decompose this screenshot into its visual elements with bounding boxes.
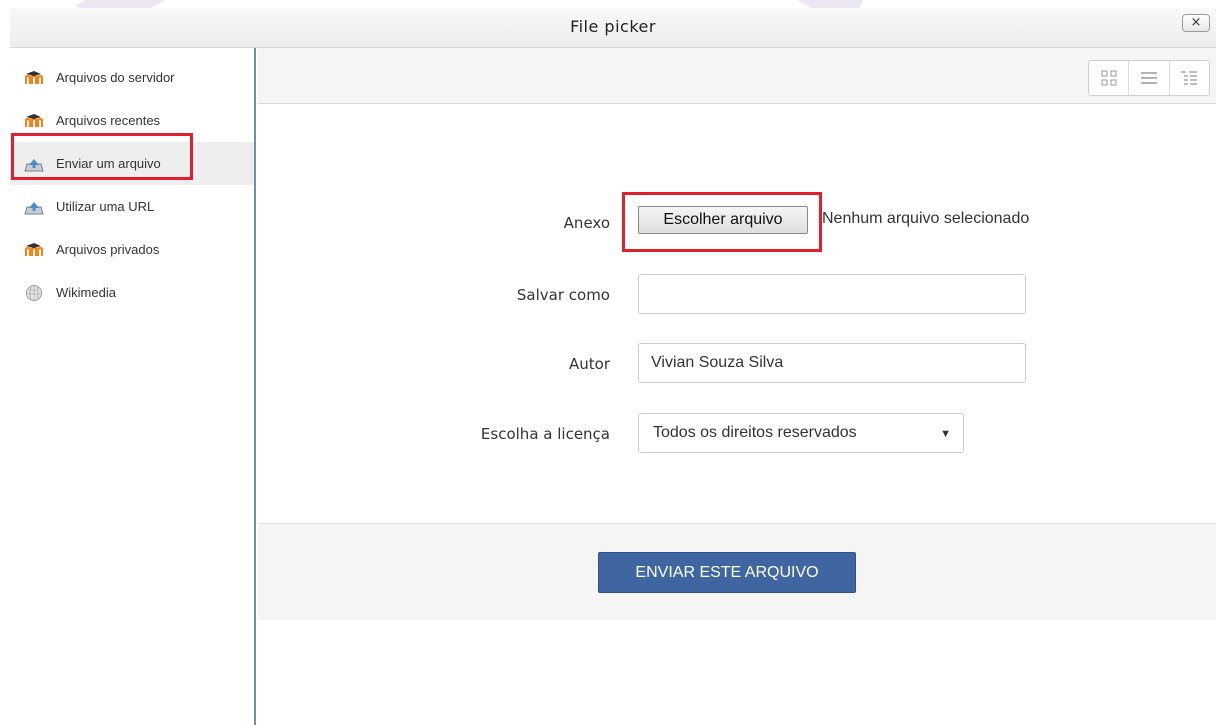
upload-this-file-button[interactable]: ENVIAR ESTE ARQUIVO bbox=[598, 552, 856, 593]
sidebar-item-label: Arquivos do servidor bbox=[56, 70, 175, 85]
upload-icon bbox=[24, 155, 44, 173]
sidebar-item-label: Arquivos recentes bbox=[56, 113, 161, 128]
moodle-icon bbox=[24, 112, 44, 130]
sidebar-item-label: Utilizar uma URL bbox=[56, 199, 155, 214]
caret-down-icon: ▼ bbox=[940, 428, 951, 440]
choose-file-button[interactable]: Escolher arquivo bbox=[638, 206, 808, 234]
dialog-title: File picker bbox=[570, 17, 656, 36]
view-toggle-group bbox=[1088, 60, 1210, 96]
sidebar-item-use-url[interactable]: Utilizar uma URL bbox=[10, 185, 254, 228]
repository-sidebar: Arquivos do servidor Arquivos recentes E… bbox=[10, 48, 256, 725]
sidebar-item-wikimedia[interactable]: Wikimedia bbox=[10, 271, 254, 314]
icons-view-button[interactable] bbox=[1089, 61, 1130, 95]
upload-icon bbox=[24, 198, 44, 216]
no-file-selected-text: Nenhum arquivo selecionado bbox=[822, 210, 1030, 227]
icons-view-icon bbox=[1101, 70, 1117, 86]
dialog-titlebar: File picker × bbox=[10, 8, 1216, 48]
author-label: Autor bbox=[569, 355, 610, 373]
tree-view-icon bbox=[1181, 71, 1198, 85]
license-selected-value: Todos os direitos reservados bbox=[653, 424, 857, 441]
sidebar-item-label: Wikimedia bbox=[56, 285, 116, 300]
sidebar-item-server-files[interactable]: Arquivos do servidor bbox=[10, 56, 254, 99]
form-footer: ENVIAR ESTE ARQUIVO bbox=[258, 523, 1216, 620]
list-view-icon bbox=[1140, 72, 1157, 84]
save-as-label: Salvar como bbox=[516, 286, 610, 304]
close-button[interactable]: × bbox=[1182, 14, 1210, 32]
attachment-label: Anexo bbox=[563, 214, 610, 232]
sidebar-item-upload-file[interactable]: Enviar um arquivo bbox=[10, 142, 254, 185]
author-input[interactable]: Vivian Souza Silva bbox=[638, 343, 1026, 383]
wikipedia-globe-icon bbox=[24, 284, 44, 302]
sidebar-item-label: Enviar um arquivo bbox=[56, 156, 161, 171]
moodle-icon bbox=[24, 69, 44, 87]
file-picker-dialog: File picker × Arquivos do servidor Arqui… bbox=[10, 8, 1216, 725]
license-select[interactable]: Todos os direitos reservados ▼ bbox=[638, 413, 964, 453]
sidebar-item-recent-files[interactable]: Arquivos recentes bbox=[10, 99, 254, 142]
sidebar-item-private-files[interactable]: Arquivos privados bbox=[10, 228, 254, 271]
moodle-icon bbox=[24, 241, 44, 259]
view-toolbar bbox=[258, 48, 1216, 104]
save-as-input[interactable] bbox=[638, 274, 1026, 314]
sidebar-item-label: Arquivos privados bbox=[56, 242, 160, 257]
license-label: Escolha a licença bbox=[480, 425, 610, 443]
list-view-button[interactable] bbox=[1129, 61, 1170, 95]
tree-view-button[interactable] bbox=[1170, 61, 1209, 95]
